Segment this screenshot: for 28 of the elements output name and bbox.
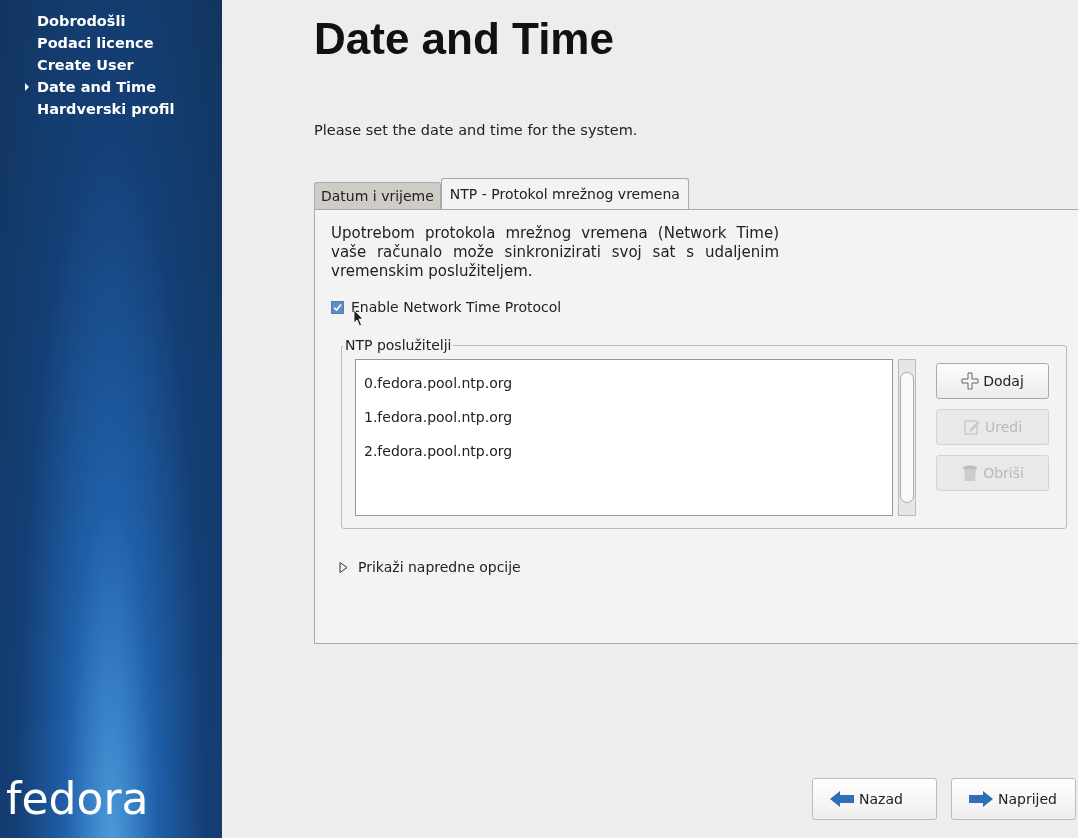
right-arrow-icon: [968, 790, 994, 808]
action-button[interactable]: Dodaj: [936, 363, 1049, 399]
list-item[interactable]: 0.fedora.pool.ntp.org: [364, 366, 892, 400]
list-item[interactable]: 1.fedora.pool.ntp.org: [364, 400, 892, 434]
plus-icon: [961, 372, 980, 390]
sidebar-item: Hardverski profil: [36, 100, 176, 119]
description-text: Upotrebom protokola mrežnog vremena (Network Time) vaše računalo može sinkronizirati svoj sat s udaljenim vremenskim poslužiteljem.: [331, 224, 779, 281]
checkbox-label[interactable]: Enable Network Time Protocol: [351, 299, 562, 315]
list-item[interactable]: 2.fedora.pool.ntp.org: [364, 434, 892, 468]
tab[interactable]: Datum i vrijeme: [314, 182, 441, 209]
scrollbar[interactable]: [898, 359, 916, 516]
expander[interactable]: Prikaži napredne opcije: [339, 559, 1078, 575]
nav-button[interactable]: Nazad: [812, 778, 937, 820]
logo-text: fedora: [5, 773, 149, 826]
sidebar-item: Date and Time: [24, 76, 222, 98]
trash-icon: [961, 464, 980, 482]
group-label: NTP poslužitelji: [344, 337, 453, 353]
nav-button[interactable]: Naprijed: [951, 778, 1076, 820]
page-title: Date and Time: [314, 14, 615, 64]
sidebar-item: Create User: [36, 56, 135, 75]
expander-arrow-icon: [339, 561, 348, 573]
left-arrow-icon: [829, 790, 855, 808]
checkbox[interactable]: [331, 300, 344, 314]
sidebar-item: Podaci licence: [36, 34, 155, 53]
sidebar-item: Dobrodošli: [36, 12, 127, 31]
page-subtitle: Please set the date and time for the system.: [314, 122, 639, 138]
edit-icon: [962, 418, 981, 436]
tab[interactable]: NTP - Protokol mrežnog vremena: [440, 178, 689, 209]
